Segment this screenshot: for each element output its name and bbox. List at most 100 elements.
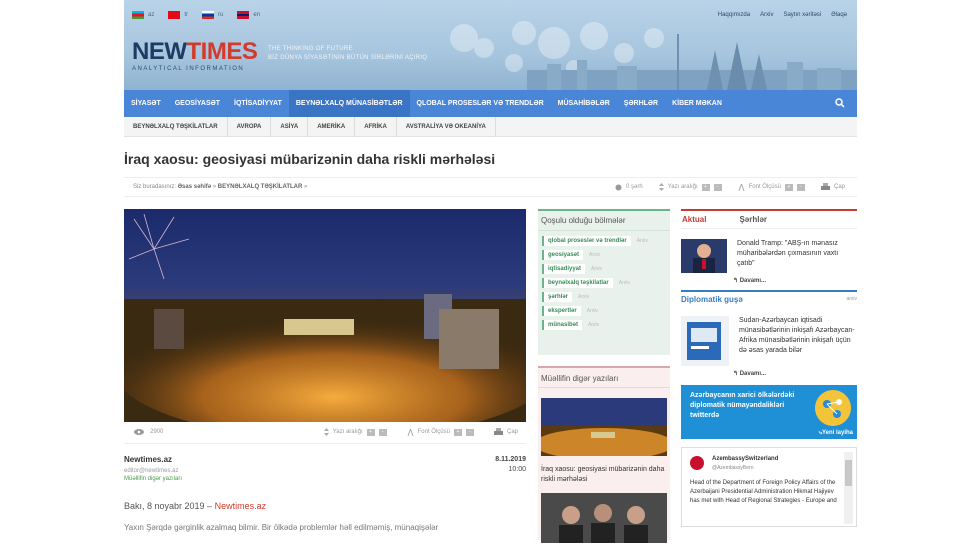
spacing-decrease-button[interactable]: - xyxy=(713,183,722,191)
link-contact[interactable]: Əlaqə xyxy=(831,12,847,18)
flag-ru-icon xyxy=(202,11,215,19)
site-logo[interactable]: NEWTIMES ANALYTICAL INFORMATION xyxy=(132,40,258,73)
news-thumbnail xyxy=(681,239,727,273)
city-skyline-graphic xyxy=(527,34,857,90)
section-tag[interactable]: geosiyasət xyxy=(542,250,584,260)
tweet-widget: AzembassySwitzerland @AzembassyBern Head… xyxy=(681,447,857,527)
tweet-handle[interactable]: @AzembassyBern xyxy=(712,465,753,471)
print-label: Çap xyxy=(506,429,518,435)
nav-item-musahibeler[interactable]: MÜSAHİBƏLƏR xyxy=(551,90,617,117)
section-tag[interactable]: münasibət xyxy=(542,320,583,330)
section-tag[interactable]: iqtisadiyyat xyxy=(542,264,586,274)
tab-aktual[interactable]: Aktual xyxy=(681,215,706,224)
print-button[interactable]: Çap xyxy=(820,183,845,191)
section-tag[interactable]: şərhlər xyxy=(542,292,573,302)
section-archive-link[interactable]: Arxiv xyxy=(588,322,599,328)
nav-item-beynelxalq[interactable]: BEYNƏLXALQ MÜNASİBƏTLƏR xyxy=(288,90,410,117)
lang-en[interactable]: en xyxy=(237,11,260,19)
line-spacing-control: Yazı aralığı + - xyxy=(658,183,722,191)
main-nav: SİYASƏT GEOSİYASƏT İQTİSADİYYAT BEYNƏLXA… xyxy=(124,90,857,117)
diplomatic-news-title[interactable]: Sudan-Azərbaycan iqtisadi münasibətlərin… xyxy=(739,316,857,366)
lang-az[interactable]: az xyxy=(132,11,154,19)
subnav-item-avstraliya[interactable]: AVSTRALİYA VƏ OKEANİYA xyxy=(397,116,496,137)
breadcrumb-category[interactable]: BEYNƏLXALQ TƏŞKİLATLAR xyxy=(218,184,303,190)
subnav-item-amerika[interactable]: AMERİKA xyxy=(308,116,356,137)
section-tag[interactable]: qlobal proseslər və trendlər xyxy=(542,236,631,246)
avatar[interactable] xyxy=(690,456,704,470)
diplomatic-archive-link[interactable]: arxiv xyxy=(846,296,857,302)
section-archive-link[interactable]: Arxiv xyxy=(637,238,648,244)
lang-ru[interactable]: ru xyxy=(202,11,223,19)
tagline-line1: THE THINKING OF FUTURE xyxy=(268,46,353,52)
nav-item-iqtisadiyyat[interactable]: İQTİSADİYYAT xyxy=(227,90,289,117)
eye-icon xyxy=(134,429,144,435)
search-icon[interactable] xyxy=(835,98,845,108)
lang-tr[interactable]: tr xyxy=(168,11,188,19)
tweet-username[interactable]: AzembassySwitzerland xyxy=(712,456,778,462)
tweet-scrollbar[interactable] xyxy=(844,452,853,524)
section-tag[interactable]: ekspertlər xyxy=(542,306,581,316)
link-about[interactable]: Haqqımızda xyxy=(718,12,750,18)
lead-source-link[interactable]: Newtimes.az xyxy=(215,501,267,511)
font-increase-button[interactable]: + xyxy=(453,428,462,436)
views-label: 2900 xyxy=(150,429,164,435)
comments-count[interactable]: 0 şərh xyxy=(615,184,643,191)
related-article-caption[interactable]: İraq xaosu: geosiyasi mübarizənin daha r… xyxy=(541,465,667,485)
news-item[interactable]: Donald Tramp: "ABŞ-ın mənasız müharibələ… xyxy=(681,239,857,273)
breadcrumb-prefix: Siz buradasınız: xyxy=(133,184,177,190)
section-archive-link[interactable]: Arxiv xyxy=(619,280,630,286)
tab-serhler[interactable]: Şərhlər xyxy=(738,215,767,224)
lang-label: ru xyxy=(218,12,224,18)
language-switcher: az tr ru en xyxy=(132,11,260,19)
scrollbar-thumb[interactable] xyxy=(845,460,852,486)
section-archive-link[interactable]: Arxiv xyxy=(589,252,600,258)
nav-item-qlobal[interactable]: QLOBAL PROSESLƏR VƏ TRENDLƏR xyxy=(410,90,551,117)
diplomatic-more-link[interactable]: ↰ Davamı... xyxy=(733,370,857,377)
font-size-icon xyxy=(407,428,414,436)
link-sitemap[interactable]: Saytın xəritəsi xyxy=(783,12,821,18)
nav-item-siyaset[interactable]: SİYASƏT xyxy=(124,90,168,117)
subnav-item-teskilatlar[interactable]: BEYNƏLXALQ TƏŞKİLATLAR xyxy=(124,116,228,137)
nav-item-serhler[interactable]: ŞƏRHLƏR xyxy=(617,90,665,117)
related-article-thumbnail-2[interactable] xyxy=(541,493,667,543)
author-email[interactable]: editor@newtimes.az xyxy=(124,468,526,474)
related-article-thumbnail[interactable] xyxy=(534,398,674,460)
font-decrease-button[interactable]: - xyxy=(465,428,474,436)
section-row: geosiyasət Arxiv xyxy=(542,250,666,260)
lang-label: az xyxy=(148,12,155,18)
more-label: Davamı... xyxy=(739,371,767,377)
comment-icon xyxy=(615,184,622,190)
breadcrumb-home[interactable]: Əsas səhifə xyxy=(178,184,211,190)
author-other-link[interactable]: Müəllifin digər yazıları xyxy=(124,476,526,482)
section-archive-link[interactable]: Arxiv xyxy=(591,266,602,272)
twitter-banner[interactable]: Azərbaycanın xarici ölkələrdəki diplomat… xyxy=(681,385,857,439)
article-toolbar: Siz buradasınız: Əsas səhifə » BEYNƏLXAL… xyxy=(124,177,857,197)
news-title[interactable]: Donald Tramp: "ABŞ-ın mənasız müharibələ… xyxy=(737,239,855,273)
subnav-item-afrika[interactable]: AFRİKA xyxy=(355,116,397,137)
font-decrease-button[interactable]: - xyxy=(796,183,805,191)
section-archive-link[interactable]: Arxiv xyxy=(578,294,589,300)
font-size-control: Font Ölçüsü + - xyxy=(738,183,805,191)
sub-nav: BEYNƏLXALQ TƏŞKİLATLAR AVROPA ASİYA AMER… xyxy=(124,116,857,137)
font-increase-button[interactable]: + xyxy=(784,183,793,191)
nav-item-kiber[interactable]: KİBER MƏKAN xyxy=(665,90,729,117)
diplomatic-news-item[interactable]: Sudan-Azərbaycan iqtisadi münasibətlərin… xyxy=(681,316,857,366)
spacing-increase-button[interactable]: + xyxy=(366,428,375,436)
section-tag[interactable]: beynəlxalq təşkilatlar xyxy=(542,278,613,288)
link-archive[interactable]: Arxiv xyxy=(760,12,773,18)
lang-label: tr xyxy=(184,12,189,18)
flag-tr-icon xyxy=(168,11,181,19)
subnav-item-avropa[interactable]: AVROPA xyxy=(228,116,272,137)
more-label: Davamı... xyxy=(739,278,767,284)
print-button-2[interactable]: Çap xyxy=(493,428,518,436)
section-archive-link[interactable]: Arxiv xyxy=(587,308,598,314)
nav-item-geosiyaset[interactable]: GEOSİYASƏT xyxy=(168,90,227,117)
spacing-increase-button[interactable]: + xyxy=(701,183,710,191)
author-name[interactable]: Newtimes.az xyxy=(124,455,526,464)
subnav-item-asiya[interactable]: ASİYA xyxy=(271,116,309,137)
lead-prefix: Bakı, 8 noyabr 2019 – xyxy=(124,501,213,511)
line-height-icon xyxy=(658,183,664,191)
spacing-decrease-button[interactable]: - xyxy=(378,428,387,436)
diplomatic-title[interactable]: Diplomatik guşə xyxy=(681,295,743,304)
news-more-link[interactable]: ↰ Davamı... xyxy=(733,277,857,284)
